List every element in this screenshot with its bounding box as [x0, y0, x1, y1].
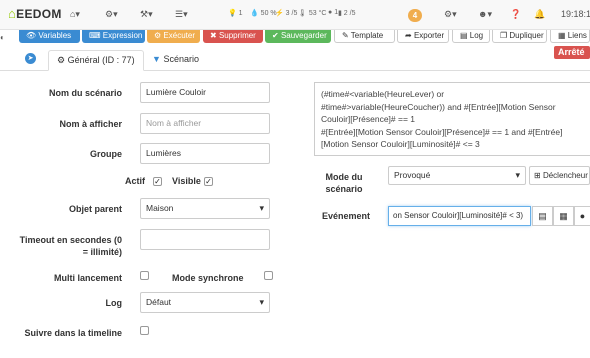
- links-label: Liens: [567, 31, 587, 40]
- log-value: Défaut: [146, 297, 172, 307]
- timeout-label-line2: = illimité): [82, 247, 122, 257]
- active-checkbox[interactable]: ✓: [153, 177, 162, 186]
- trigger-condition-textarea[interactable]: (#time#<variable(HeureLever) or #time#>v…: [314, 82, 590, 156]
- mode-select[interactable]: Provoqué: [388, 166, 526, 185]
- back-arrow-icon[interactable]: ➤: [25, 53, 36, 64]
- collapse-panel-icon[interactable]: ◐: [0, 33, 5, 42]
- group-input[interactable]: Lumières: [140, 143, 270, 164]
- multi-launch-label: Multi lancement: [53, 273, 122, 283]
- tab-general-label: Général (ID : 77): [67, 55, 135, 65]
- expression-label: Expression: [102, 31, 143, 40]
- doors-stat[interactable]: ▮ 2 /5: [338, 9, 355, 17]
- settings-menu-icon[interactable]: ⚙▾: [444, 9, 457, 20]
- duplicate-button[interactable]: ❐ Dupliquer: [492, 30, 547, 43]
- mode-label-line1: Mode du: [325, 172, 363, 182]
- user-menu-icon[interactable]: ☻▾: [478, 9, 492, 20]
- variables-button[interactable]: 👁 Variables: [19, 30, 80, 43]
- mode-label-line2: scénario: [325, 184, 363, 194]
- template-button[interactable]: ✎ Template: [334, 30, 395, 43]
- event-label: Evénement: [321, 211, 370, 221]
- tab-scenario-label: Scénario: [163, 54, 199, 64]
- save-button[interactable]: ✔ Sauvegarder: [265, 30, 331, 43]
- logo-text: EEDOM: [16, 7, 62, 21]
- parent-object-select[interactable]: Maison: [140, 198, 270, 219]
- log-button-label: Log: [469, 31, 484, 40]
- export-button[interactable]: ➦ Exporter: [397, 30, 449, 43]
- bell-icon[interactable]: 🔔: [534, 9, 545, 20]
- help-icon[interactable]: ❓: [510, 9, 521, 20]
- calculator-icon[interactable]: ▦: [553, 206, 574, 226]
- duplicate-label: Dupliquer: [509, 31, 544, 40]
- temperature-stat[interactable]: 🌡 53 °C: [298, 9, 326, 17]
- notification-badge[interactable]: 4: [408, 9, 422, 22]
- plus-square-icon: ⊞: [534, 171, 541, 180]
- add-trigger-button[interactable]: ⊞ Déclencheur: [529, 166, 590, 185]
- jeedom-logo[interactable]: ⌂EEDOM: [8, 6, 62, 21]
- remove-trigger-icon[interactable]: ●: [574, 206, 590, 226]
- parent-object-value: Maison: [146, 203, 174, 213]
- sync-mode-label: Mode synchrone: [172, 273, 244, 283]
- display-name-label: Nom à afficher: [59, 119, 122, 129]
- condition-line: (#time#<variable(HeureLever) or: [321, 89, 445, 99]
- humidity-stat[interactable]: 💧 50 %: [250, 9, 277, 17]
- log-label: Log: [105, 298, 123, 308]
- power-value: 3 /5: [285, 10, 298, 17]
- display-name-input[interactable]: Nom à afficher: [140, 113, 270, 134]
- list-cmd-icon[interactable]: ▤: [532, 206, 553, 226]
- variables-label: Variables: [38, 31, 72, 40]
- parent-object-label: Objet parent: [68, 204, 122, 214]
- home-menu-icon[interactable]: ⌂▾: [70, 9, 80, 20]
- execute-label: Exécuter: [163, 31, 195, 40]
- event-input[interactable]: on Sensor Couloir][Luminosité]# < 3): [388, 206, 531, 226]
- timeout-input[interactable]: [140, 229, 270, 250]
- visible-label: Visible: [172, 176, 201, 186]
- mode-value: Provoqué: [394, 170, 431, 180]
- condition-line: [Motion Sensor Couloir][Luminosité]# <= …: [321, 139, 480, 149]
- clock-text: 19:18:1: [561, 9, 590, 19]
- links-button[interactable]: ▦ Liens: [550, 30, 590, 43]
- tools-menu-icon[interactable]: ⚒▾: [140, 9, 153, 20]
- analysis-menu-icon[interactable]: ☰▾: [175, 9, 188, 20]
- delete-label: Supprimer: [218, 31, 256, 40]
- template-label: Template: [350, 31, 384, 40]
- users-stat[interactable]: ● 1: [328, 9, 338, 16]
- lights-stat[interactable]: 💡 1: [228, 9, 243, 17]
- house-logo-icon: ⌂: [8, 6, 17, 21]
- delete-button[interactable]: ✖ Supprimer: [203, 30, 263, 43]
- tab-general[interactable]: ⚙ Général (ID : 77): [48, 50, 144, 71]
- top-navbar: ⌂EEDOM ⌂▾ ⚙▾ ⚒▾ ☰▾ 💡 1 💧 50 % ⚡ 3 /5 🌡 5…: [0, 0, 590, 30]
- status-badge: Arrêté: [554, 46, 590, 59]
- visible-checkbox[interactable]: ✓: [204, 177, 213, 186]
- add-trigger-label: Déclencheur: [542, 171, 588, 180]
- lights-count: 1: [238, 10, 243, 17]
- condition-line: Couloir][Présence]# == 1: [321, 114, 416, 124]
- condition-line: #[Entrée][Motion Sensor Couloir][Présenc…: [321, 126, 563, 137]
- doors-count: 2 /5: [343, 10, 356, 17]
- timeline-checkbox[interactable]: [140, 326, 149, 335]
- log-select[interactable]: Défaut: [140, 292, 270, 313]
- timeline-label: Suivre dans la timeline: [24, 328, 122, 338]
- active-label: Actif: [125, 176, 145, 186]
- expression-button[interactable]: ⌨ Expression: [82, 30, 145, 43]
- name-label: Nom du scénario: [48, 88, 122, 98]
- execute-button[interactable]: ⚙ Exécuter: [147, 30, 200, 43]
- power-stat[interactable]: ⚡ 3 /5: [275, 9, 297, 17]
- plugins-menu-icon[interactable]: ⚙▾: [105, 9, 118, 20]
- timeout-label-line1: Timeout en secondes (0: [19, 235, 122, 245]
- scenario-tab-icon: ▼: [152, 54, 161, 64]
- save-label: Sauvegarder: [280, 31, 327, 40]
- group-label: Groupe: [89, 149, 122, 159]
- tab-scenario[interactable]: ▼ Scénario: [144, 50, 207, 71]
- log-button[interactable]: ▤ Log: [452, 30, 490, 43]
- scenario-name-input[interactable]: Lumière Couloir: [140, 82, 270, 103]
- export-label: Exporter: [413, 31, 445, 40]
- temperature-value: 53 °C: [308, 10, 327, 17]
- general-tab-icon: ⚙: [57, 55, 66, 65]
- multi-launch-checkbox[interactable]: [140, 271, 149, 280]
- condition-line: #time#>variable(HeureCoucher)) and #[Ent…: [321, 101, 556, 112]
- sync-mode-checkbox[interactable]: [264, 271, 273, 280]
